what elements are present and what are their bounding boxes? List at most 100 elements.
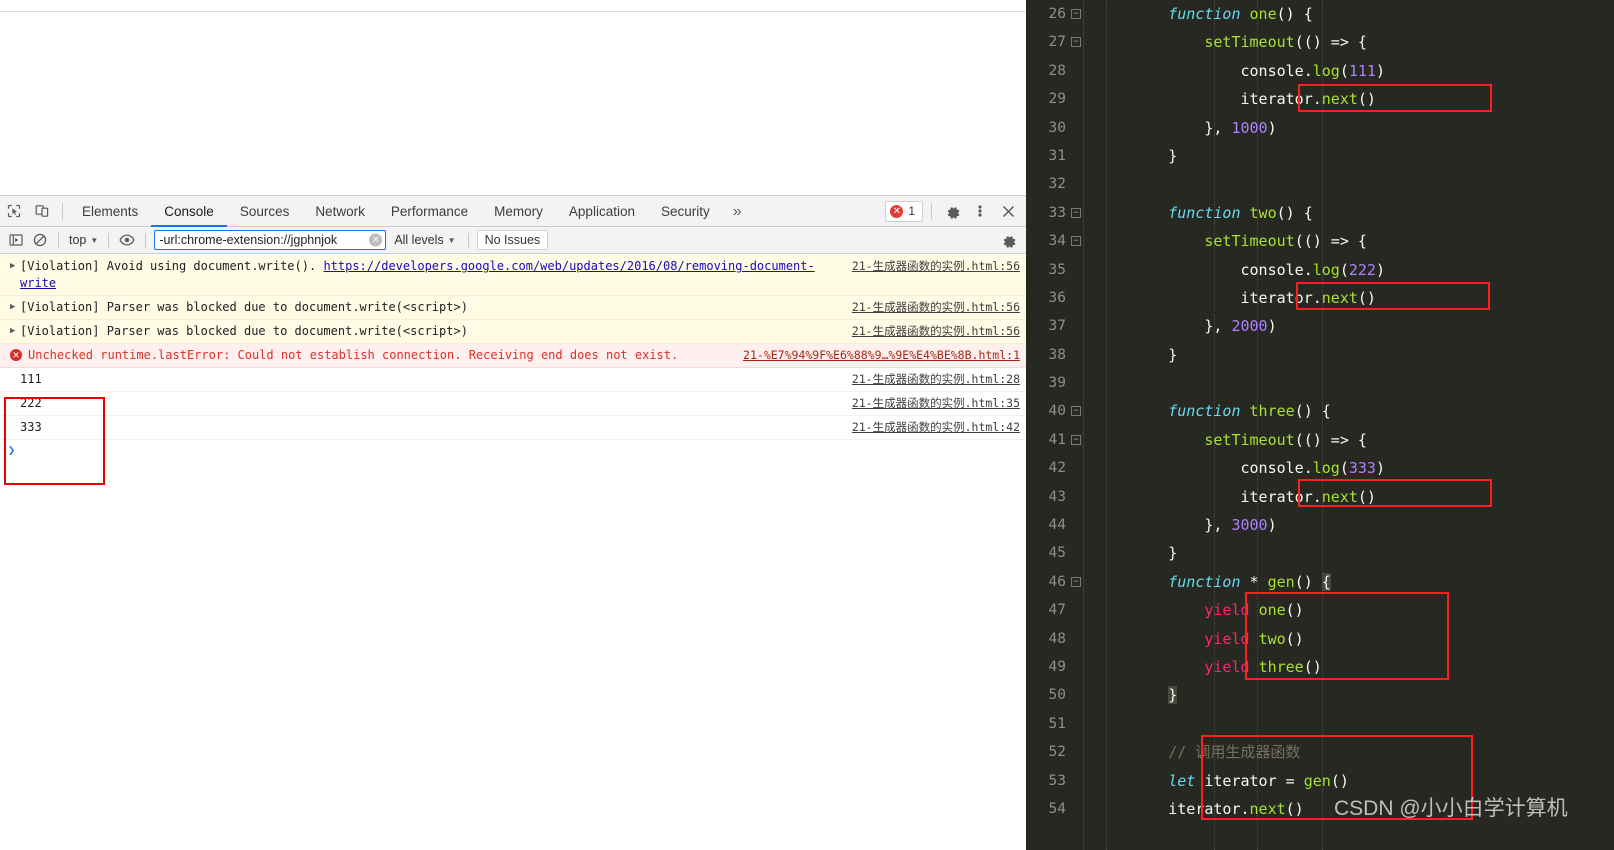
tab-console[interactable]: Console (151, 196, 227, 227)
execution-context-selector[interactable]: top ▼ (65, 233, 102, 247)
editor-code-line[interactable]: console.log(222) (1084, 256, 1614, 284)
tab-application[interactable]: Application (556, 196, 648, 227)
chevron-down-icon-levels: ▼ (447, 235, 456, 245)
editor-code-line[interactable]: setTimeout(() => { (1084, 227, 1614, 255)
editor-line-number: 31 (1048, 147, 1066, 164)
code-token: one (1249, 5, 1277, 23)
code-token: 333 (1348, 459, 1376, 478)
console-message-link[interactable]: https://developers.google.com/web/update… (20, 259, 815, 290)
editor-code-line[interactable]: yield three() (1084, 653, 1614, 681)
kebab-menu-icon[interactable] (966, 197, 994, 225)
editor-line-number: 53 (1048, 772, 1066, 789)
console-message-row[interactable]: ▶ [Violation] Parser was blocked due to d… (0, 296, 1026, 320)
console-message-row[interactable]: 222 21-生成器函数的实例.html:35 (0, 392, 1026, 416)
inspect-element-icon[interactable] (0, 197, 28, 225)
expand-arrow-icon[interactable]: ▶ (10, 258, 20, 274)
tab-memory[interactable]: Memory (481, 196, 556, 227)
console-message-row[interactable]: ✕ Unchecked runtime.lastError: Could not … (0, 344, 1026, 368)
console-message-source-link[interactable]: 21-生成器函数的实例.html:56 (852, 299, 1020, 316)
error-circle-icon: ✕ (10, 349, 22, 361)
clear-input-icon[interactable]: ✕ (369, 233, 383, 247)
editor-code-line[interactable]: }, 3000) (1084, 511, 1614, 539)
tab-performance[interactable]: Performance (378, 196, 481, 227)
tab-elements[interactable]: Elements (69, 196, 151, 227)
code-token: function (1168, 203, 1241, 222)
editor-code-line[interactable]: iterator.next() (1084, 483, 1614, 511)
code-editor-panel[interactable]: 26−27− 28 29 30 31 32 33−34− 35 36 37 38 39 40−41− 42… (1026, 0, 1614, 850)
console-message-source-link[interactable]: 21-生成器函数的实例.html:35 (852, 395, 1020, 412)
console-message-row[interactable]: ▶ [Violation] Avoid using document.write(… (0, 255, 1026, 296)
editor-line-number: 32 (1048, 176, 1066, 193)
gear-icon[interactable] (938, 197, 966, 225)
editor-code-line[interactable]: function * gen() { (1084, 568, 1614, 596)
editor-code-line[interactable]: } (1084, 681, 1614, 709)
editor-code-line[interactable]: function three() { (1084, 397, 1614, 425)
editor-code-line[interactable]: } (1084, 341, 1614, 369)
console-prompt-row[interactable]: ❯ (0, 440, 1026, 460)
editor-code-line[interactable]: setTimeout(() => { (1084, 28, 1614, 56)
editor-code-line[interactable]: let iterator = gen() (1084, 767, 1614, 795)
editor-line-number: 26− (1026, 0, 1084, 28)
code-fold-icon[interactable]: − (1071, 576, 1081, 587)
editor-code-line[interactable]: iterator.next() (1084, 85, 1614, 113)
error-count-label: 1 (908, 204, 915, 218)
search-input[interactable] (159, 233, 366, 247)
editor-code-line[interactable]: function one() { (1084, 0, 1614, 28)
editor-code-line[interactable]: iterator.next() (1084, 284, 1614, 312)
console-message-row[interactable]: 111 21-生成器函数的实例.html:28 (0, 368, 1026, 392)
console-message-source-link[interactable]: 21-%E7%94%9F%E6%88%9…%9E%E4%BE%8B.html:1 (743, 347, 1020, 364)
code-token: () (1357, 90, 1376, 109)
editor-code-line[interactable]: yield one() (1084, 596, 1614, 624)
console-message-source-link[interactable]: 21-生成器函数的实例.html:42 (852, 419, 1020, 436)
code-token: }, (1204, 516, 1232, 535)
live-expression-icon[interactable] (115, 228, 139, 252)
code-fold-icon[interactable]: − (1071, 207, 1081, 218)
code-fold-icon[interactable]: − (1071, 37, 1081, 48)
editor-code-line[interactable] (1084, 369, 1614, 397)
tab-security[interactable]: Security (648, 196, 723, 227)
console-filter-box[interactable]: ✕ (154, 230, 387, 250)
code-token: () (1357, 288, 1376, 307)
console-message-source-link[interactable]: 21-生成器函数的实例.html:56 (852, 323, 1020, 340)
error-count-badge[interactable]: ✕ 1 (885, 200, 923, 222)
code-token: console (1240, 61, 1304, 80)
editor-code-area[interactable]: function one() { setTimeout(() => { cons… (1084, 0, 1614, 850)
console-message-source-link[interactable]: 21-生成器函数的实例.html:28 (852, 371, 1020, 388)
code-fold-icon[interactable]: − (1071, 406, 1081, 417)
device-toolbar-icon[interactable] (28, 197, 56, 225)
more-tabs-chevron-icon[interactable]: » (723, 196, 752, 227)
editor-code-line[interactable]: console.log(333) (1084, 454, 1614, 482)
console-message-source-link[interactable]: 21-生成器函数的实例.html:56 (852, 258, 1020, 275)
code-token: () (1285, 799, 1304, 818)
console-sidebar-icon[interactable] (4, 228, 28, 252)
console-message-list[interactable]: ▶ [Violation] Avoid using document.write(… (0, 255, 1026, 489)
editor-code-line[interactable]: function two() { (1084, 199, 1614, 227)
code-fold-icon[interactable]: − (1071, 236, 1081, 247)
editor-line-number: 54 (1048, 800, 1066, 817)
editor-code-line[interactable] (1084, 710, 1614, 738)
editor-code-line[interactable]: }, 2000) (1084, 312, 1614, 340)
tab-sources[interactable]: Sources (227, 196, 303, 227)
editor-code-line[interactable]: } (1084, 539, 1614, 567)
code-fold-icon[interactable]: − (1071, 434, 1081, 445)
expand-arrow-icon[interactable]: ▶ (10, 323, 20, 339)
code-fold-icon[interactable]: − (1071, 9, 1081, 19)
close-icon[interactable] (994, 197, 1022, 225)
console-message-row[interactable]: 333 21-生成器函数的实例.html:42 (0, 416, 1026, 440)
editor-code-line[interactable]: setTimeout(() => { (1084, 426, 1614, 454)
tab-network[interactable]: Network (302, 196, 378, 227)
editor-code-line[interactable]: }, 1000) (1084, 114, 1614, 142)
editor-code-line[interactable]: } (1084, 142, 1614, 170)
console-message-row[interactable]: ▶ [Violation] Parser was blocked due to d… (0, 320, 1026, 344)
editor-code-line[interactable]: // 调用生成器函数 (1084, 738, 1614, 766)
no-issues-button[interactable]: No Issues (476, 230, 549, 250)
log-levels-selector[interactable]: All levels ▼ (388, 233, 461, 247)
gear-icon-console[interactable] (996, 228, 1020, 252)
code-token: ( (1339, 260, 1349, 279)
editor-code-line[interactable]: iterator.next() (1084, 795, 1614, 823)
editor-code-line[interactable]: console.log(111) (1084, 57, 1614, 85)
editor-code-line[interactable]: yield two() (1084, 625, 1614, 653)
editor-code-line[interactable] (1084, 170, 1614, 198)
expand-arrow-icon[interactable]: ▶ (10, 299, 20, 315)
clear-console-icon[interactable] (28, 228, 52, 252)
